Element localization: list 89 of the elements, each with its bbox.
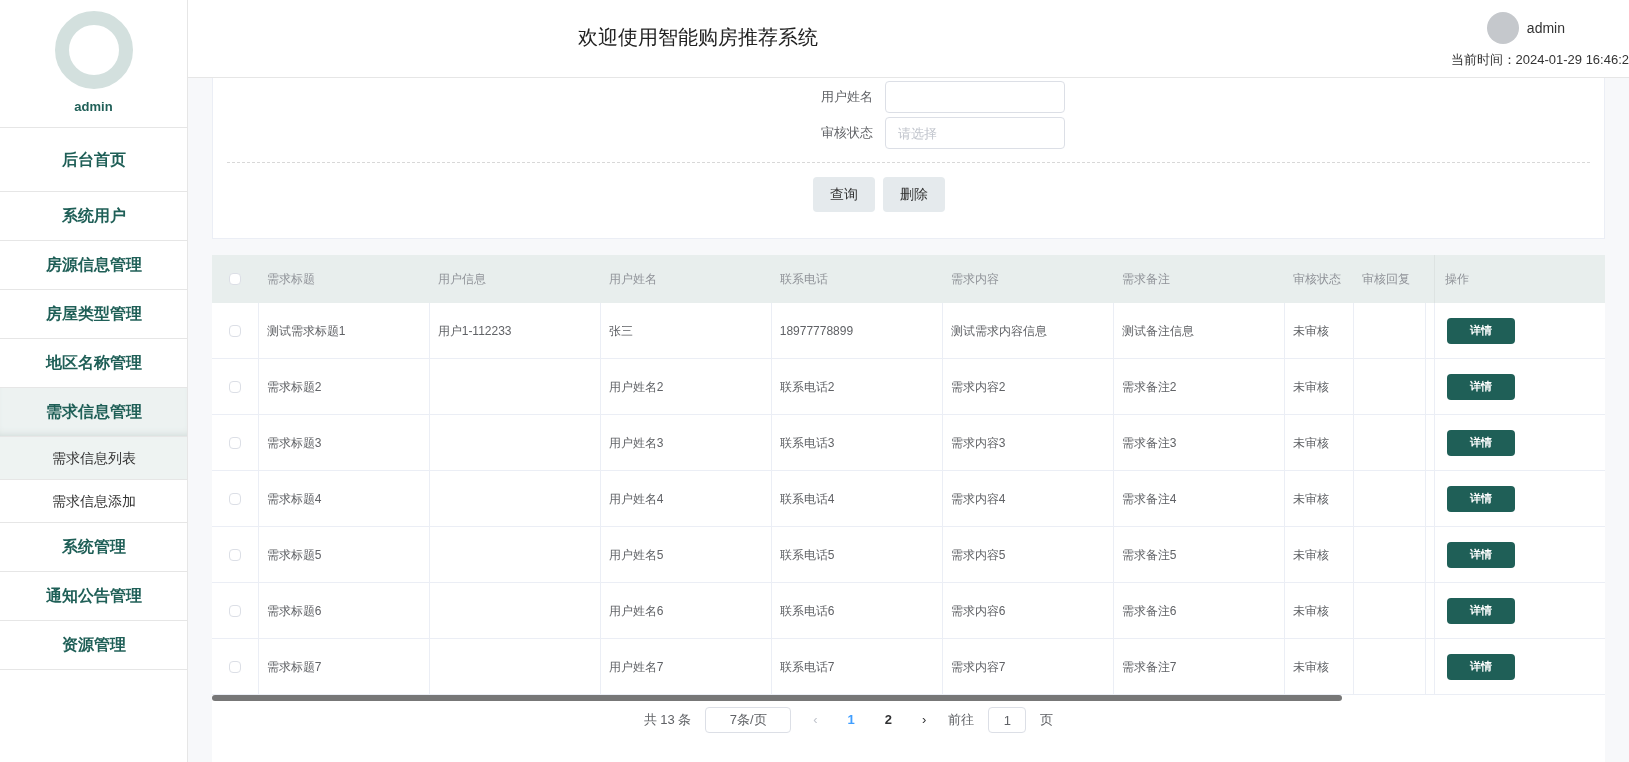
table-cell-text: 需求备注6: [1121, 602, 1177, 620]
scrollbar[interactable]: [212, 695, 1342, 701]
column-header: 需求备注: [1120, 271, 1171, 288]
checkbox[interactable]: [228, 492, 241, 505]
table-cell-text: 用户姓名2: [608, 378, 664, 396]
details-button[interactable]: 详情: [1446, 597, 1515, 624]
avatar-icon: [1486, 12, 1519, 44]
input-field[interactable]: 请选择: [884, 117, 1065, 149]
table-cell-text: 联系电话2: [779, 378, 835, 396]
table-cell-text: 用户姓名5: [608, 546, 664, 564]
table-cell-text: 未审核: [1292, 546, 1329, 564]
checkbox[interactable]: [228, 436, 241, 449]
checkbox[interactable]: [228, 548, 241, 561]
current-time: 当前时间：2024-01-29 16:46:2: [1450, 51, 1629, 69]
table-cell-text: 需求备注3: [1121, 434, 1177, 452]
table-cell-text: 联系电话4: [779, 490, 835, 508]
table-cell-text: 测试需求内容信息: [950, 322, 1047, 340]
details-button[interactable]: 详情: [1446, 317, 1515, 344]
column-header: 联系电话: [778, 271, 829, 288]
table-cell-text: 用户姓名4: [608, 490, 664, 508]
table-cell-text: 需求标题5: [266, 546, 322, 564]
column-header: 用户姓名: [607, 271, 658, 288]
column-header: 需求标题: [265, 271, 316, 288]
column-header: 操作: [1433, 255, 1605, 303]
table-cell-text: 18977778899: [779, 322, 854, 340]
table-cell-text: 需求标题6: [266, 602, 322, 620]
page-input[interactable]: 1: [988, 707, 1027, 733]
table-cell-text: 未审核: [1292, 322, 1329, 340]
details-button[interactable]: 详情: [1446, 653, 1515, 680]
table-cell-text: 未审核: [1292, 434, 1329, 452]
delete-button[interactable]: 删除: [882, 177, 945, 212]
table-cell-text: 需求内容4: [950, 490, 1006, 508]
column-header: 审核回复: [1361, 271, 1412, 288]
field-label: 审核状态: [819, 124, 873, 143]
details-button[interactable]: 详情: [1446, 541, 1515, 568]
submenu-item[interactable]: 需求信息列表: [0, 437, 187, 480]
checkbox[interactable]: [228, 604, 241, 617]
table-cell-text: 需求标题7: [266, 658, 322, 676]
table-cell-text: 测试备注信息: [1121, 322, 1194, 340]
details-button[interactable]: 详情: [1446, 485, 1515, 512]
table-cell-text: 未审核: [1292, 378, 1329, 396]
sidebar-item[interactable]: 需求信息管理: [0, 388, 187, 437]
table-cell-text: 需求内容5: [950, 546, 1006, 564]
table-cell-text: 联系电话7: [779, 658, 835, 676]
total-count: 共 13 条: [643, 711, 692, 730]
table-cell-text: 联系电话5: [779, 546, 835, 564]
table-cell-text: 需求内容3: [950, 434, 1006, 452]
goto-label: 前往: [948, 711, 975, 730]
table-cell-text: 未审核: [1292, 490, 1329, 508]
details-button[interactable]: 详情: [1446, 373, 1515, 400]
table-cell-text: 需求标题2: [266, 378, 322, 396]
table-cell-text: 需求内容7: [950, 658, 1006, 676]
table-cell-text: 未审核: [1292, 602, 1329, 620]
sidebar-username: admin: [74, 97, 113, 116]
table-cell-text: 需求备注7: [1121, 658, 1177, 676]
table-cell-text: 未审核: [1292, 658, 1329, 676]
table-cell-text: 需求备注4: [1121, 490, 1177, 508]
input-field[interactable]: [884, 81, 1065, 113]
table-cell-text: 用户姓名6: [608, 602, 664, 620]
table-cell-text: 需求内容6: [950, 602, 1006, 620]
table-cell-text: 测试需求标题1: [266, 322, 346, 340]
table-cell-text: 需求标题4: [266, 490, 322, 508]
next-page-button[interactable]: ›: [914, 710, 935, 730]
column-header: 用户信息: [436, 271, 487, 288]
table-cell-text: 需求标题3: [266, 434, 322, 452]
search-button[interactable]: 查询: [812, 177, 875, 212]
avatar-icon: [54, 10, 133, 89]
table-cell-text: 联系电话3: [779, 434, 835, 452]
page-title: 欢迎使用智能购房推荐系统: [578, 25, 818, 50]
field-label: 用户姓名: [819, 88, 873, 107]
table-cell-text: 用户姓名3: [608, 434, 664, 452]
page-size-select[interactable]: 7条/页: [705, 707, 792, 733]
table-cell-text: 需求备注2: [1121, 378, 1177, 396]
checkbox[interactable]: [228, 324, 241, 337]
checkbox[interactable]: [228, 660, 241, 673]
table-cell-text: 用户1-112233: [437, 322, 512, 340]
table-cell-text: 用户姓名7: [608, 658, 664, 676]
page-unit: 页: [1040, 711, 1054, 730]
column-header: 需求内容: [949, 271, 1000, 288]
table-cell-text: 张三: [608, 322, 633, 340]
details-button[interactable]: 详情: [1446, 429, 1515, 456]
header-username: admin: [1526, 18, 1565, 38]
table-cell-text: 需求内容2: [950, 378, 1006, 396]
checkbox[interactable]: [228, 380, 241, 393]
checkbox[interactable]: [229, 273, 242, 285]
column-header: 审核状态: [1291, 271, 1342, 288]
page-number[interactable]: 2: [876, 710, 901, 730]
table-cell-text: 需求备注5: [1121, 546, 1177, 564]
table-cell-text: 联系电话6: [779, 602, 835, 620]
